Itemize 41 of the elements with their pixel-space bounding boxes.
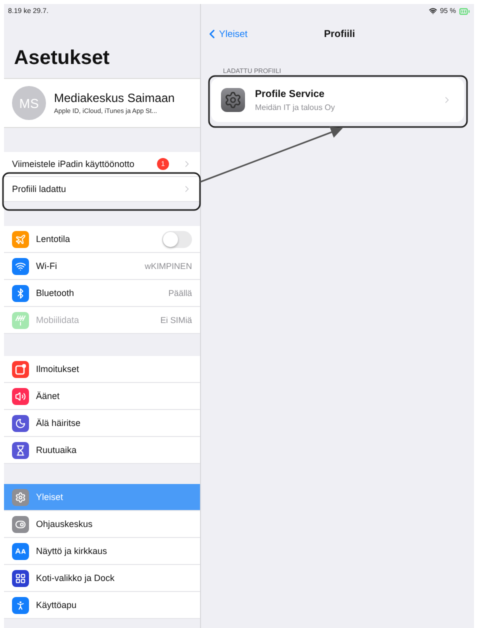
settings-item[interactable]: Ilmoitukset [4,356,200,383]
settings-item[interactable]: Ohjauskeskus [4,511,200,538]
item-label: Wi-Fi [36,261,58,271]
settings-icon [221,88,245,112]
item-label: Käyttöapu [36,600,78,610]
settings-item[interactable]: Profiili ladattu [4,177,200,202]
item-label: Äänet [36,391,61,401]
settings-item[interactable]: Lentotila [4,226,200,253]
item-value: Päällä [168,288,192,298]
settings-item[interactable]: Äänet [4,383,200,410]
sidebar-title: Asetukset [14,47,110,70]
settings-item[interactable]: Käyttöapu [4,592,200,619]
toggle-switch[interactable] [162,230,192,248]
item-label: Ruutuaika [36,445,78,455]
item-label: Ilmoitukset [36,364,80,374]
settings-item[interactable]: Näyttö ja kirkkaus [4,538,200,565]
item-label: Mobiilidata [36,315,80,325]
item-label: Koti-valikko ja Dock [36,573,116,583]
page-title: Profiili [324,28,356,40]
profile-name: Profile Service [255,88,326,100]
item-value: Ei SIMiä [160,315,192,325]
wifi-icon [429,7,438,15]
battery-icon [459,6,470,16]
item-value: wKIMPINEN [144,261,192,271]
item-label: Ohjauskeskus [36,519,94,529]
item-label: Profiili ladattu [12,184,68,194]
settings-item[interactable]: Wi-Fi wKIMPINEN [4,253,200,280]
item-label: Näyttö ja kirkkaus [36,546,108,556]
settings-item[interactable]: Älä häiritse [4,410,200,437]
profile-organization: Meidän IT ja talous Oy [255,102,336,112]
profile-card[interactable]: Profile Service Meidän IT ja talous Oy [211,78,464,122]
item-label: Viimeistele iPadin käyttöönotto [12,159,136,169]
settings-item[interactable]: Koti-valikko ja Dock [4,565,200,592]
account-name: Mediakeskus Saimaan [54,91,175,105]
avatar: MS [12,86,46,120]
settings-item[interactable]: Bluetooth Päällä [4,280,200,307]
item-label: Lentotila [36,234,72,244]
item-label: Bluetooth [36,288,76,298]
item-label: Yleiset [36,492,64,502]
settings-item[interactable]: Ruutuaika [4,437,200,464]
item-label: Älä häiritse [36,418,82,428]
